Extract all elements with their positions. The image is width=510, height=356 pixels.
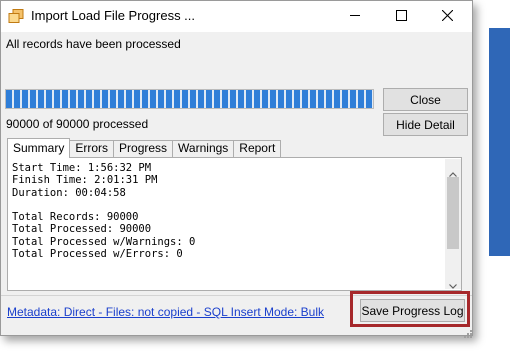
scrollbar-thumb[interactable] [447, 177, 459, 249]
processed-count: 90000 of 90000 processed [6, 117, 149, 131]
progress-fill [6, 90, 373, 108]
maximize-button[interactable] [378, 1, 424, 32]
import-app-icon [8, 9, 24, 23]
save-progress-log-button[interactable]: Save Progress Log [360, 299, 465, 322]
tab-warnings[interactable]: Warnings [172, 140, 235, 157]
tab-summary[interactable]: Summary [7, 138, 71, 158]
maximize-icon [395, 8, 407, 26]
metadata-link[interactable]: Metadata: Direct - Files: not copied - S… [7, 305, 324, 319]
progress-bar [5, 89, 374, 109]
summary-line [12, 199, 442, 211]
summary-text[interactable]: Start Time: 1:56:32 PM Finish Time: 2:01:… [12, 162, 442, 260]
title-bar[interactable]: Import Load File Progress ... [1, 1, 472, 32]
import-progress-window: Import Load File Progress ... All record… [0, 0, 473, 338]
background-window-edge [489, 28, 510, 256]
minimize-button[interactable] [332, 1, 378, 32]
summary-line: Total Processed: 90000 [12, 223, 152, 236]
close-icon [441, 8, 453, 26]
hide-detail-button[interactable]: Hide Detail [383, 113, 468, 136]
summary-line: Total Processed w/Errors: 0 [12, 248, 183, 261]
summary-line: Total Records: 90000 [12, 211, 139, 224]
tab-report[interactable]: Report [233, 140, 282, 157]
status-message: All records have been processed [6, 37, 181, 51]
background-edge [479, 0, 510, 356]
vertical-scrollbar[interactable] [445, 159, 461, 289]
resize-grip-icon[interactable] [462, 325, 472, 338]
summary-line: Total Processed w/Warnings: 0 [12, 235, 196, 248]
summary-line: Finish Time: 2:01:31 PM [12, 174, 158, 187]
summary-panel: Start Time: 1:56:32 PM Finish Time: 2:01:… [7, 157, 462, 291]
window-title: Import Load File Progress ... [31, 8, 196, 23]
detail-tabs: Summary Errors Progress Warnings Report [7, 138, 282, 158]
minimize-icon [349, 8, 361, 26]
close-button[interactable]: Close [383, 88, 468, 111]
summary-line: Duration: 00:04:58 [12, 186, 126, 199]
summary-line: Start Time: 1:56:32 PM [12, 162, 152, 174]
tab-errors[interactable]: Errors [69, 140, 115, 157]
window-close-button[interactable] [424, 1, 470, 32]
tab-progress[interactable]: Progress [113, 140, 174, 157]
